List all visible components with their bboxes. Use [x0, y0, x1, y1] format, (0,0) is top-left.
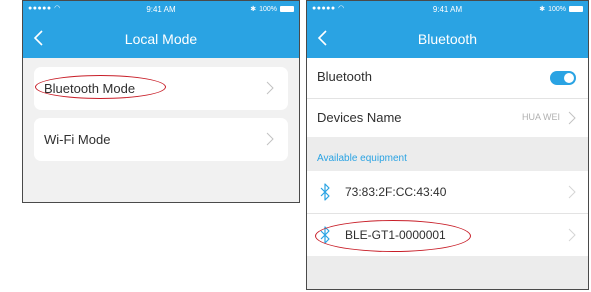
- header-bar: ●●●●● ◠ 9:41 AM ✱ 100% Local Mode: [23, 1, 299, 58]
- chevron-right-icon: [266, 81, 274, 95]
- battery-icon: [280, 6, 294, 12]
- devices-name-label: Devices Name: [317, 110, 402, 125]
- bluetooth-mode-option[interactable]: Bluetooth Mode: [34, 67, 288, 110]
- devices-name-row[interactable]: Devices Name HUA WEI: [307, 99, 588, 137]
- bluetooth-icon: [320, 226, 330, 244]
- battery-icon: [569, 6, 583, 12]
- status-bluetooth-icon: ✱: [539, 6, 546, 13]
- chevron-right-icon: [266, 132, 274, 146]
- chevron-right-icon: [568, 111, 576, 125]
- device-row[interactable]: 73:83:2F:CC:43:40: [307, 171, 588, 213]
- battery-percent: 100%: [259, 5, 277, 13]
- page-title: Local Mode: [124, 31, 198, 47]
- chevron-right-icon: [568, 185, 576, 199]
- status-bar: ●●●●● ◠ 9:41 AM ✱ 100%: [307, 1, 588, 19]
- devices-name-value: HUA WEI: [521, 112, 560, 122]
- bluetooth-label: Bluetooth: [317, 69, 372, 84]
- status-right: ✱ 100%: [250, 5, 294, 13]
- device-row[interactable]: BLE-GT1-0000001: [307, 214, 588, 256]
- wifi-mode-option[interactable]: Wi-Fi Mode: [34, 118, 288, 161]
- page-title: Bluetooth: [417, 31, 478, 47]
- bluetooth-toggle-row: Bluetooth: [307, 58, 588, 98]
- status-bar: ●●●●● ◠ 9:41 AM ✱ 100%: [23, 1, 299, 19]
- status-right: ✱ 100%: [539, 5, 583, 13]
- option-label: Bluetooth Mode: [44, 81, 136, 96]
- local-mode-screen: ●●●●● ◠ 9:41 AM ✱ 100% Local Mode Blueto…: [22, 0, 300, 203]
- chevron-right-icon: [568, 228, 576, 242]
- device-label: BLE-GT1-0000001: [345, 228, 446, 242]
- header-bar: ●●●●● ◠ 9:41 AM ✱ 100% Bluetooth: [307, 1, 588, 58]
- device-label: 73:83:2F:CC:43:40: [345, 185, 447, 199]
- battery-percent: 100%: [548, 5, 566, 13]
- bluetooth-screen: ●●●●● ◠ 9:41 AM ✱ 100% Bluetooth Bluetoo…: [306, 0, 589, 290]
- bluetooth-toggle[interactable]: [550, 71, 576, 85]
- status-bluetooth-icon: ✱: [250, 6, 257, 13]
- option-label: Wi-Fi Mode: [44, 132, 111, 147]
- available-equipment-header: Available equipment: [317, 153, 407, 164]
- navbar: Local Mode: [23, 23, 299, 53]
- bluetooth-icon: [320, 183, 330, 201]
- toggle-knob: [564, 73, 574, 83]
- navbar: Bluetooth: [307, 23, 588, 53]
